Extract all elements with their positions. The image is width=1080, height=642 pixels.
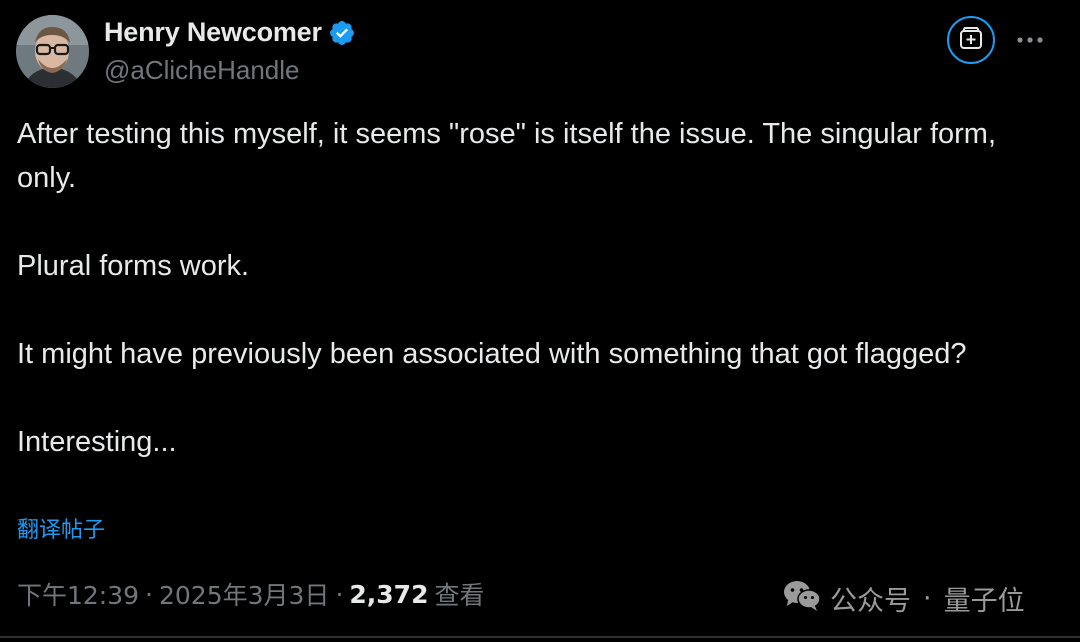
more-options-button[interactable] [1010, 24, 1050, 56]
watermark-account-name: 量子位 [943, 586, 1025, 617]
tweet-paragraph: Interesting... [17, 426, 177, 458]
views-label: 查看 [434, 581, 485, 610]
tweet-card: Henry Newcomer @aClicheHandle After test… [0, 0, 1080, 642]
views-count: 2,372 [349, 579, 429, 609]
tweet-text: After testing this myself, it seems "ros… [17, 112, 1057, 464]
tweet-paragraph: Plural forms work. [17, 250, 250, 282]
tweet-time[interactable]: 下午12:39 [17, 576, 139, 612]
meta-separator: · [145, 579, 153, 609]
meta-separator: · [335, 579, 344, 609]
translate-post-link[interactable]: 翻译帖子 [17, 512, 105, 544]
verified-badge-icon [328, 19, 356, 47]
avatar-image [16, 15, 89, 88]
watermark-account-type: 公众号 [830, 586, 911, 617]
author-name-row: Henry Newcomer [104, 17, 356, 48]
tweet-paragraph: It might have previously been associated… [17, 338, 967, 370]
wechat-icon [782, 578, 822, 619]
author-handle[interactable]: @aClicheHandle [104, 55, 300, 86]
watermark-separator: · [923, 583, 932, 614]
avatar[interactable] [16, 15, 89, 88]
grok-icon [958, 25, 984, 56]
author-display-name[interactable]: Henry Newcomer [104, 17, 322, 48]
tweet-date[interactable]: 2025年3月3日 [159, 576, 329, 612]
tweet-meta: 下午12:39 · 2025年3月3日 · 2,372 查看 [17, 576, 484, 612]
divider [0, 636, 1080, 638]
tweet-paragraph: After testing this myself, it seems "ros… [17, 118, 997, 194]
grok-button[interactable] [947, 16, 995, 64]
more-horizontal-icon [1016, 31, 1044, 49]
wechat-watermark: 公众号 · 量子位 [782, 578, 1025, 619]
